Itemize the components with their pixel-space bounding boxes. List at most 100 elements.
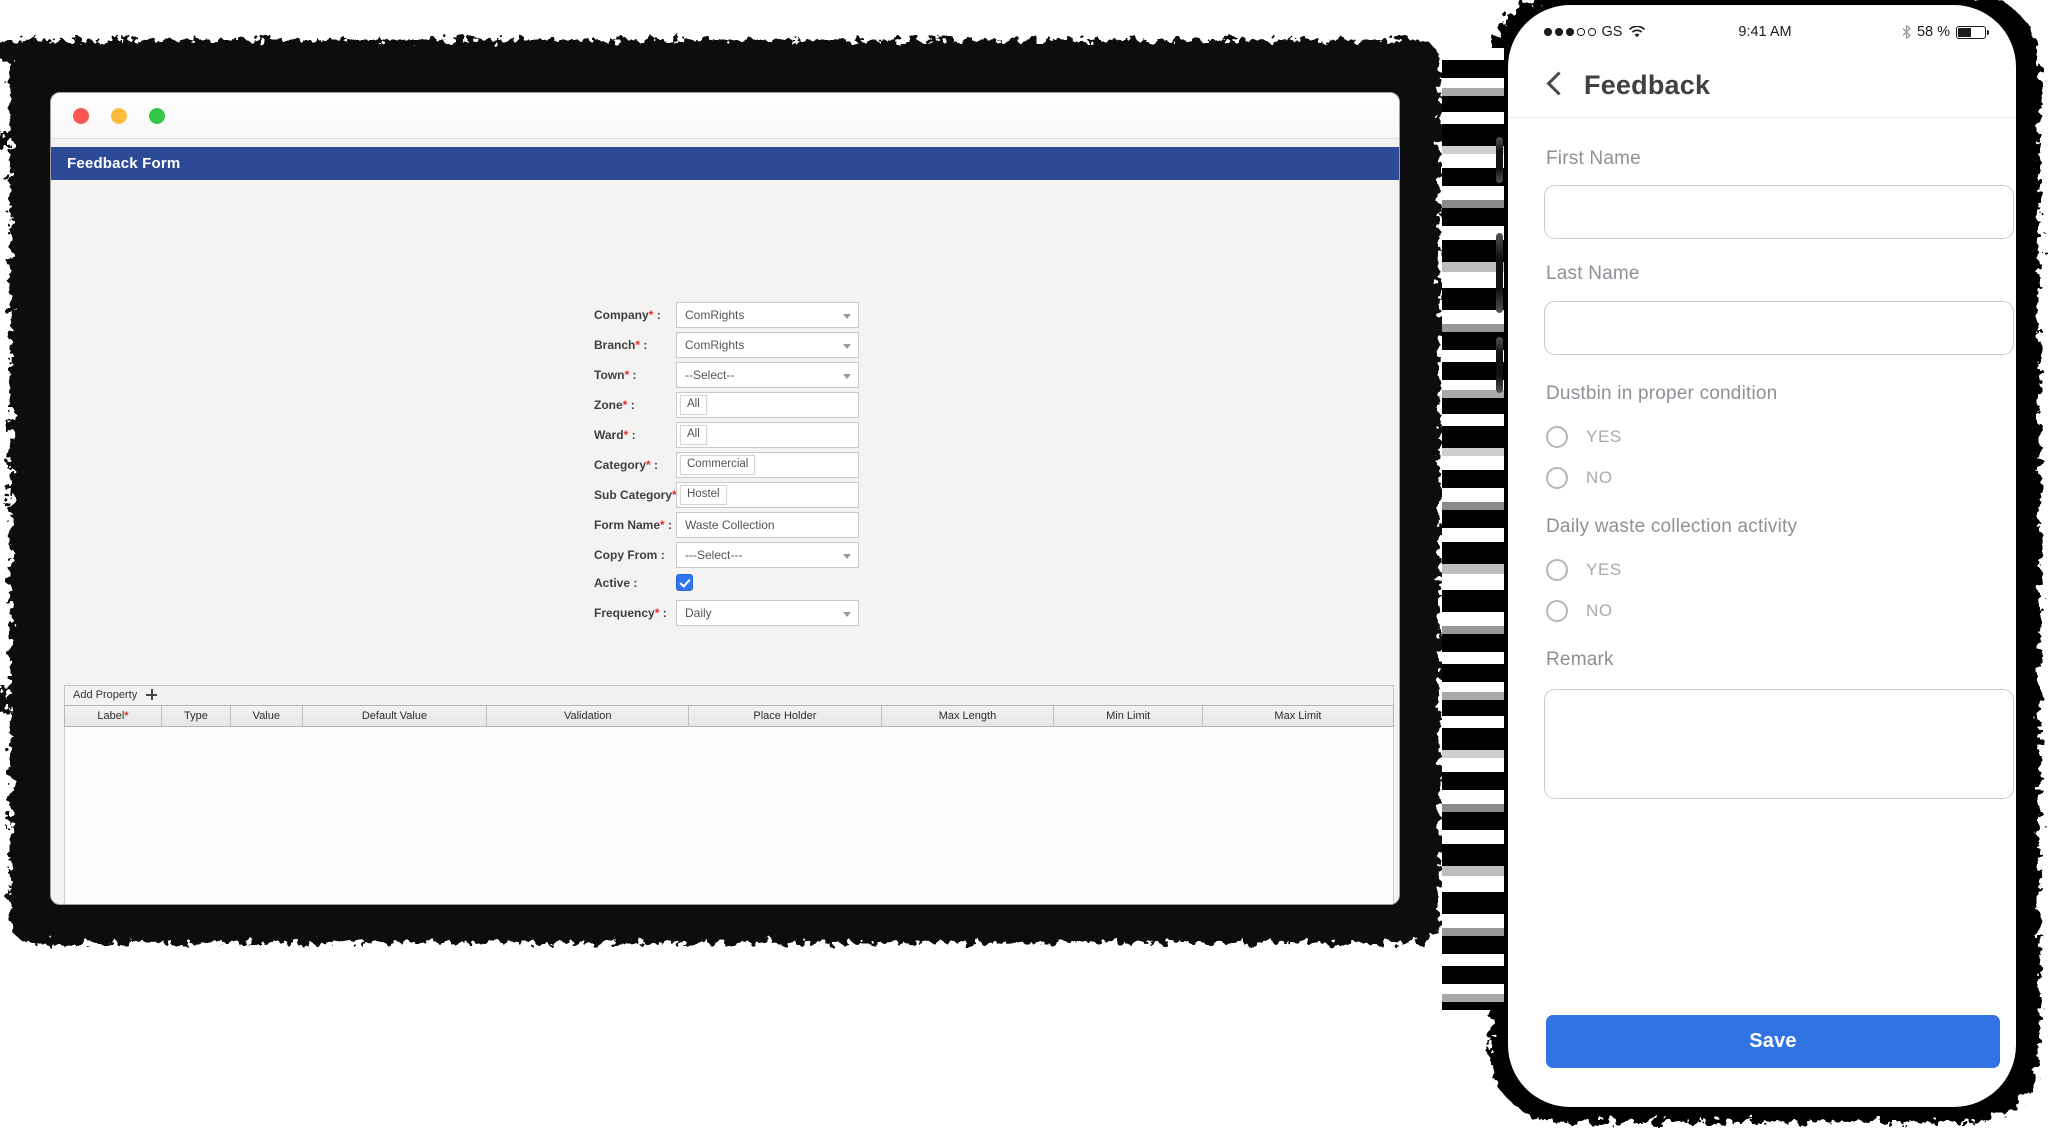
chevron-down-icon [843, 344, 851, 349]
field-row-branch: Branch* : ComRights [594, 332, 914, 358]
sub-category-tag[interactable]: Hostel [680, 485, 727, 505]
field-label: Form Name [594, 518, 660, 532]
question-dustbin-label: Dustbin in proper condition [1546, 383, 1777, 405]
category-multiselect[interactable]: Commercial [676, 452, 859, 478]
column-header-min-limit: Min Limit [1054, 706, 1203, 726]
radio-icon[interactable] [1546, 467, 1568, 489]
required-marker: * [655, 606, 660, 620]
column-header-type: Type [162, 706, 231, 726]
column-header-default-value: Default Value [303, 706, 488, 726]
field-label: Active [594, 576, 630, 590]
field-label: Copy From [594, 548, 657, 562]
field-row-zone: Zone* : All [594, 392, 914, 418]
required-marker: * [624, 428, 629, 442]
first-name-input[interactable] [1544, 185, 2014, 239]
radio-icon[interactable] [1546, 559, 1568, 581]
canvas: Feedback Form Company* : ComRights Branc… [0, 0, 2048, 1131]
header-divider [1508, 117, 2016, 118]
property-table-body [64, 727, 1394, 905]
status-right: 58 % [1902, 24, 1986, 40]
zone-tag[interactable]: All [680, 395, 707, 415]
back-icon[interactable] [1544, 67, 1566, 103]
chevron-down-icon [843, 314, 851, 319]
copy-from-select[interactable]: ---Select--- [676, 542, 859, 568]
town-select[interactable]: --Select-- [676, 362, 859, 388]
phone-header: Feedback [1544, 61, 1986, 109]
plus-icon[interactable] [146, 689, 157, 700]
required-marker: * [646, 458, 651, 472]
daily-waste-no-option[interactable]: NO [1546, 599, 1613, 623]
phone-screen: GS 9:41 AM 58 % Feedback First Name Last… [1508, 5, 2016, 1107]
field-label: Category [594, 458, 646, 472]
dustbin-yes-option[interactable]: YES [1546, 425, 1622, 449]
required-marker: * [660, 518, 665, 532]
chevron-down-icon [843, 612, 851, 617]
active-checkbox[interactable] [676, 574, 693, 591]
battery-icon [1956, 26, 1986, 39]
edge-noise [0, 42, 26, 62]
battery-percent-label: 58 % [1917, 24, 1950, 40]
chevron-down-icon [843, 374, 851, 379]
question-daily-waste-label: Daily waste collection activity [1546, 516, 1797, 538]
field-label: Company [594, 308, 649, 322]
radio-icon[interactable] [1546, 426, 1568, 448]
field-row-category: Category* : Commercial [594, 452, 914, 478]
field-row-town: Town* : --Select-- [594, 362, 914, 388]
browser-window: Feedback Form Company* : ComRights Branc… [50, 92, 1400, 905]
field-row-ward: Ward* : All [594, 422, 914, 448]
required-marker: * [623, 398, 628, 412]
phone-page-title: Feedback [1584, 70, 1710, 101]
column-header-validation: Validation [487, 706, 689, 726]
remark-label: Remark [1546, 649, 1614, 671]
ward-tag[interactable]: All [680, 425, 707, 445]
window-titlebar [51, 93, 1399, 139]
save-button[interactable]: Save [1546, 1015, 2000, 1068]
last-name-label: Last Name [1546, 263, 1640, 285]
category-tag[interactable]: Commercial [680, 455, 755, 475]
dustbin-no-option[interactable]: NO [1546, 466, 1613, 490]
edge-noise [0, 133, 10, 149]
property-table: Add Property Label* Type Value Default V… [64, 685, 1394, 905]
field-row-form-name: Form Name* : Waste Collection [594, 512, 914, 538]
glitch-bar [1496, 137, 1503, 183]
branch-select[interactable]: ComRights [676, 332, 859, 358]
required-marker: * [624, 368, 629, 382]
frequency-select[interactable]: Daily [676, 600, 859, 626]
field-row-copy-from: Copy From : ---Select--- [594, 542, 914, 568]
ward-multiselect[interactable]: All [676, 422, 859, 448]
required-marker: * [635, 338, 640, 352]
zone-multiselect[interactable]: All [676, 392, 859, 418]
minimize-window-button[interactable] [111, 108, 127, 124]
zoom-window-button[interactable] [149, 108, 165, 124]
sub-category-multiselect[interactable]: Hostel [676, 482, 859, 508]
field-label: Frequency [594, 606, 655, 620]
remark-textarea[interactable] [1544, 689, 2014, 799]
column-header-max-length: Max Length [882, 706, 1055, 726]
property-table-header: Label* Type Value Default Value Validati… [64, 705, 1394, 727]
last-name-input[interactable] [1544, 301, 2014, 355]
glitch-bar [1496, 233, 1503, 313]
add-property-button[interactable]: Add Property [73, 689, 137, 701]
edge-noise [0, 688, 10, 714]
company-select[interactable]: ComRights [676, 302, 859, 328]
add-property-bar: Add Property [64, 685, 1394, 705]
field-row-company: Company* : ComRights [594, 302, 914, 328]
radio-icon[interactable] [1546, 600, 1568, 622]
chevron-down-icon [843, 554, 851, 559]
field-label: Town [594, 368, 624, 382]
field-row-sub-category: Sub Category* : Hostel [594, 482, 914, 508]
column-header-place-holder: Place Holder [689, 706, 882, 726]
required-marker: * [649, 308, 654, 322]
required-marker: * [124, 710, 128, 722]
form-name-input[interactable]: Waste Collection [676, 512, 859, 538]
daily-waste-yes-option[interactable]: YES [1546, 558, 1622, 582]
column-header-label: Label* [65, 706, 162, 726]
column-header-max-limit: Max Limit [1203, 706, 1393, 726]
close-window-button[interactable] [73, 108, 89, 124]
page-title: Feedback Form [51, 147, 1399, 180]
column-header-value: Value [231, 706, 303, 726]
glitch-barcode-stripes [1442, 48, 1504, 1010]
feedback-form-fields: Company* : ComRights Branch* : ComRights… [594, 302, 914, 626]
first-name-label: First Name [1546, 148, 1641, 170]
status-bar: GS 9:41 AM 58 % [1544, 21, 1986, 43]
